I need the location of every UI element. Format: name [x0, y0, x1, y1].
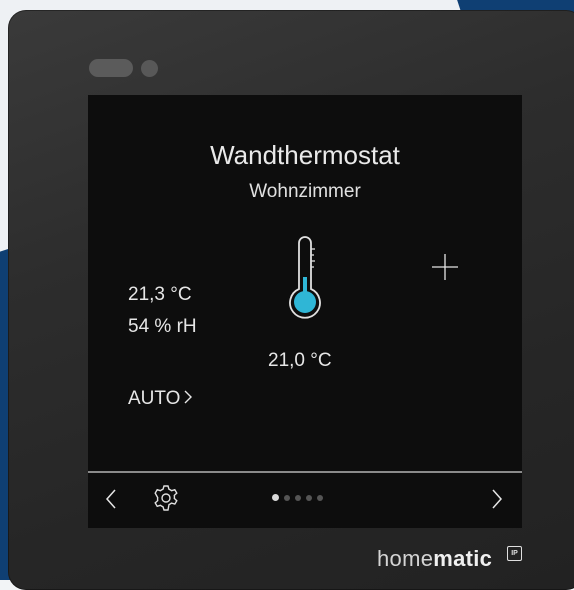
device-title: Wandthermostat — [210, 140, 400, 170]
current-temperature: 21,3 °C — [128, 284, 192, 305]
thermometer-icon — [289, 236, 321, 319]
chevron-right-icon — [184, 390, 193, 404]
ip-badge: IP — [507, 546, 522, 561]
brand-logo: homematic — [377, 546, 492, 572]
plus-icon[interactable] — [430, 252, 460, 282]
page-dot-5 — [317, 495, 323, 501]
thermostat-device: Wandthermostat Wohnzimmer 21,3 °C 54 % r… — [8, 10, 574, 590]
humidity-value: 54 % rH — [128, 316, 197, 337]
setpoint-temperature: 21,0 °C — [268, 350, 332, 371]
nav-divider — [88, 471, 522, 473]
display-screen: Wandthermostat Wohnzimmer 21,3 °C 54 % r… — [88, 95, 522, 528]
chevron-left-icon[interactable] — [104, 487, 118, 511]
brand-prefix: home — [377, 546, 434, 571]
page-dot-1 — [272, 494, 279, 501]
page-dot-3 — [295, 495, 301, 501]
gear-icon[interactable] — [152, 484, 180, 512]
page-indicator — [272, 494, 323, 503]
page-dot-4 — [306, 495, 312, 501]
light-sensor — [141, 60, 158, 77]
page-dot-2 — [284, 495, 290, 501]
mode-button[interactable]: AUTO — [128, 388, 193, 410]
mode-label: AUTO — [128, 388, 181, 409]
proximity-sensor — [89, 59, 133, 77]
chevron-right-icon[interactable] — [490, 487, 504, 511]
room-name: Wohnzimmer — [249, 181, 361, 202]
brand-bold: matic — [433, 546, 493, 571]
